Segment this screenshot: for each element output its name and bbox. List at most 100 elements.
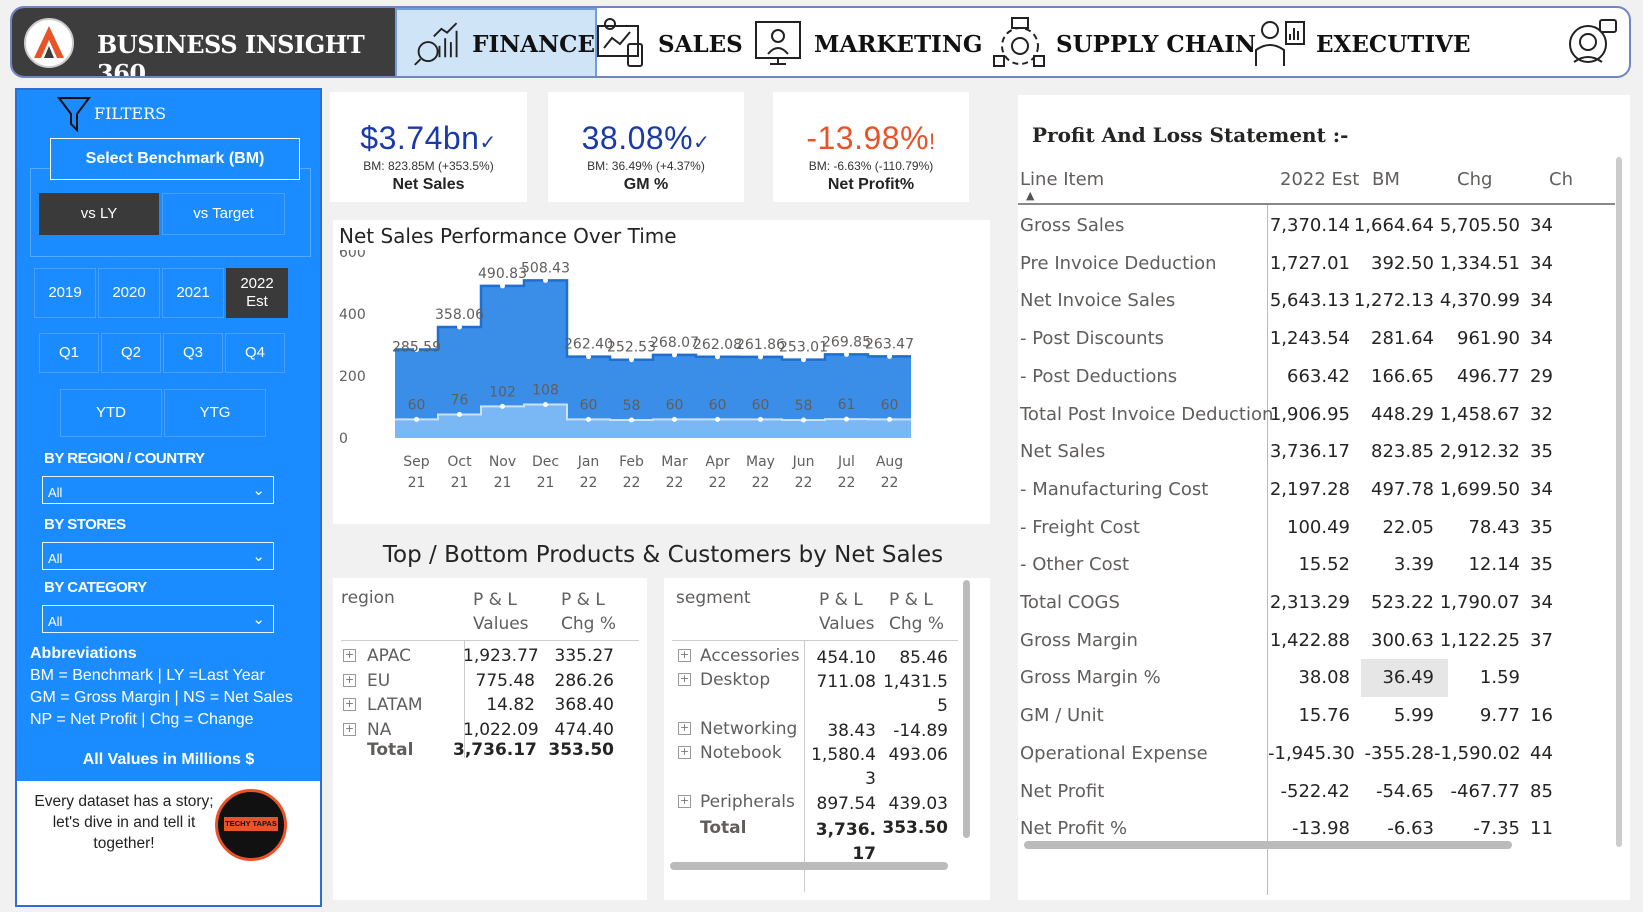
data-point[interactable]: [758, 416, 763, 422]
pnl-row[interactable]: Operational Expense -1,945.30 -355.28 -1,59…: [1018, 735, 1618, 773]
x-tick-label: Oct 21: [447, 454, 472, 491]
column-header-chg-pct[interactable]: Ch: [1549, 169, 1573, 190]
pnl-row[interactable]: Pre Invoice Deduction 1,727.01 392.50 1,334…: [1018, 245, 1618, 283]
pnl-value-chg-pct: 32: [1530, 403, 1553, 425]
data-point[interactable]: [672, 352, 677, 358]
data-point[interactable]: [586, 416, 591, 422]
expand-plus-icon[interactable]: +: [678, 795, 691, 808]
pnl-row[interactable]: Net Invoice Sales 5,643.13 1,272.13 4,370.9…: [1018, 282, 1618, 320]
region-dropdown[interactable]: All ⌄: [42, 476, 274, 504]
pnl-row[interactable]: Net Profit -522.42 -54.65 -467.77 85: [1018, 773, 1618, 811]
column-header[interactable]: P & L Chg %: [561, 588, 641, 636]
pnl-row[interactable]: Gross Sales 7,370.14 1,664.64 5,705.50 34: [1018, 207, 1618, 245]
data-point[interactable]: [801, 417, 806, 423]
tab-marketing[interactable]: MARKETING: [750, 8, 982, 76]
ytg-button[interactable]: YTG: [164, 389, 266, 437]
pnl-row[interactable]: - Freight Cost 100.49 22.05 78.43 35: [1018, 509, 1618, 547]
quarter-q1-button[interactable]: Q1: [39, 333, 99, 373]
ytd-button[interactable]: YTD: [60, 389, 162, 437]
expand-plus-icon[interactable]: +: [343, 698, 356, 711]
quarter-q4-button[interactable]: Q4: [225, 333, 285, 373]
pnl-row[interactable]: Gross Margin 1,422.88 300.63 1,122.25 37: [1018, 622, 1618, 660]
year-2020-button[interactable]: 2020: [98, 268, 160, 318]
vertical-scrollbar[interactable]: [1616, 157, 1622, 847]
column-header[interactable]: P & L Chg %: [889, 588, 959, 636]
vertical-scrollbar[interactable]: [963, 580, 970, 838]
column-header-chg[interactable]: Chg: [1457, 169, 1492, 190]
expand-plus-icon[interactable]: +: [678, 722, 691, 735]
data-point[interactable]: [586, 354, 591, 360]
horizontal-scrollbar[interactable]: [670, 862, 948, 870]
quarter-q3-button[interactable]: Q3: [163, 333, 223, 373]
net-sales-area-chart[interactable]: 0 200 400 600 285.59 358.06 490.83508.43 262.40…: [333, 250, 990, 524]
year-2022-est-button[interactable]: 2022 Est: [226, 268, 288, 318]
column-header[interactable]: region: [341, 588, 395, 608]
y-tick-label: 400: [339, 307, 366, 323]
data-point[interactable]: [887, 353, 892, 359]
expand-plus-icon[interactable]: +: [678, 649, 691, 662]
pnl-row[interactable]: GM / Unit 15.76 5.99 9.77 16: [1018, 697, 1618, 735]
data-point[interactable]: [629, 417, 634, 423]
data-point[interactable]: [500, 403, 505, 409]
pnl-row[interactable]: - Post Discounts 1,243.54 281.64 961.90 34: [1018, 320, 1618, 358]
tab-executive[interactable]: EXECUTIVE: [1252, 8, 1471, 76]
tab-sales[interactable]: SALES: [594, 8, 743, 76]
year-2021-button[interactable]: 2021: [162, 268, 224, 318]
data-point[interactable]: [715, 416, 720, 422]
column-header[interactable]: segment: [676, 588, 751, 608]
pnl-value-2022-est: -13.98: [1291, 818, 1350, 840]
column-header[interactable]: P & L Values: [819, 588, 879, 636]
data-point[interactable]: [457, 411, 462, 417]
bm-vs-ly-button[interactable]: vs LY: [39, 193, 159, 235]
pnl-value-bm: -54.65: [1375, 780, 1434, 802]
data-point[interactable]: [414, 416, 419, 422]
tab-support[interactable]: [1562, 8, 1626, 76]
column-header-line-item[interactable]: Line Item: [1020, 169, 1104, 190]
marketing-screen-icon: [755, 21, 801, 65]
data-point[interactable]: [457, 324, 462, 330]
data-point[interactable]: [758, 354, 763, 360]
data-label: 252.53: [607, 340, 656, 356]
expand-plus-icon[interactable]: +: [678, 673, 691, 686]
pnl-row[interactable]: Total Post Invoice Deduction 1,906.95 448.…: [1018, 396, 1618, 434]
total-label: Total: [367, 740, 414, 760]
column-header[interactable]: P & L Values: [473, 588, 543, 636]
tab-supply-chain[interactable]: SUPPLY CHAIN: [992, 8, 1256, 76]
data-point[interactable]: [844, 351, 849, 357]
data-point[interactable]: [715, 354, 720, 360]
pnl-value-2022-est: 1,422.88: [1269, 629, 1350, 651]
bm-vs-target-button[interactable]: vs Target: [162, 193, 285, 235]
data-point[interactable]: [844, 416, 849, 422]
sort-ascending-icon[interactable]: ▲: [1026, 189, 1034, 202]
data-point[interactable]: [500, 283, 505, 289]
pnl-row[interactable]: Gross Margin % 38.08 36.49 1.59: [1018, 659, 1618, 698]
pnl-row[interactable]: Net Sales 3,736.17 823.85 2,912.32 35: [1018, 433, 1618, 471]
x-tick-label: Sep 21: [403, 454, 430, 491]
pnl-row[interactable]: - Manufacturing Cost 2,197.28 497.78 1,699.…: [1018, 471, 1618, 509]
data-point[interactable]: [887, 416, 892, 422]
data-point[interactable]: [801, 357, 806, 363]
horizontal-scrollbar[interactable]: [1024, 841, 1512, 849]
expand-plus-icon[interactable]: +: [678, 746, 691, 759]
year-2019-button[interactable]: 2019: [34, 268, 96, 318]
data-point[interactable]: [672, 416, 677, 422]
quarter-q2-button[interactable]: Q2: [101, 333, 161, 373]
column-header-bm[interactable]: BM: [1372, 169, 1400, 190]
data-point[interactable]: [629, 357, 634, 363]
data-point[interactable]: [543, 402, 548, 408]
expand-plus-icon[interactable]: +: [343, 649, 356, 662]
data-label: 253.01: [779, 340, 828, 356]
expand-plus-icon[interactable]: +: [343, 673, 356, 687]
stores-dropdown[interactable]: All ⌄: [42, 542, 274, 570]
pnl-value-bm: 523.22: [1371, 592, 1434, 613]
expand-plus-icon[interactable]: +: [343, 722, 356, 736]
pnl-value-chg: 5,705.50: [1439, 215, 1520, 236]
column-header-2022-est[interactable]: 2022 Est: [1280, 169, 1359, 190]
x-tick-label: Jul 22: [837, 454, 855, 491]
data-point[interactable]: [543, 277, 548, 283]
category-dropdown[interactable]: All ⌄: [42, 605, 274, 633]
pnl-row[interactable]: Total COGS 2,313.29 523.22 1,790.07 34: [1018, 584, 1618, 622]
tab-finance[interactable]: FINANCE: [395, 8, 597, 76]
pnl-row[interactable]: - Post Deductions 663.42 166.65 496.77 29: [1018, 358, 1618, 396]
pnl-row[interactable]: - Other Cost 15.52 3.39 12.14 35: [1018, 546, 1618, 584]
